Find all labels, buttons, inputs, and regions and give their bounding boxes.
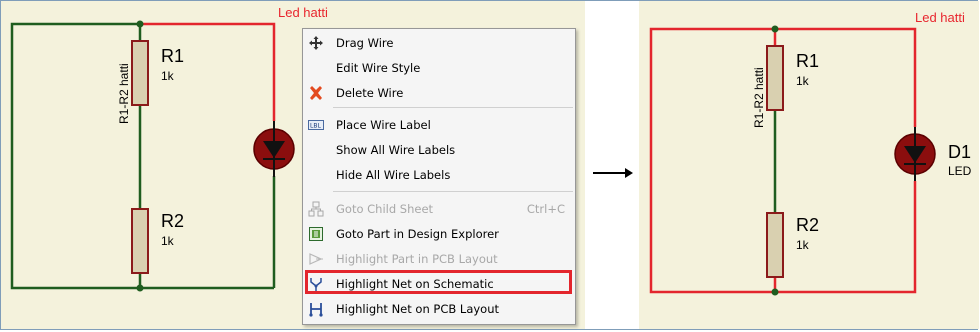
move-icon (309, 36, 323, 50)
r1-value-label: 1k (161, 69, 174, 83)
junction-dot-top (136, 20, 144, 28)
menu-item-label: Place Wire Label (336, 118, 431, 132)
menu-item-show-all-wire-labels[interactable]: Show All Wire Labels (303, 138, 575, 162)
r1-value-label: 1k (796, 74, 809, 88)
menu-item-label: Drag Wire (336, 36, 394, 50)
menu-item-delete-wire[interactable]: Delete Wire (303, 81, 575, 105)
junction-dot-bottom (136, 284, 144, 292)
label-icon: LBL (308, 120, 324, 130)
wire-label-r1-r2: R1-R2 hatti (752, 67, 766, 128)
menu-item-label: Edit Wire Style (336, 61, 421, 75)
led-symbol[interactable] (253, 121, 295, 177)
d1-ref-label: D1 (948, 142, 972, 162)
design-explorer-icon (309, 227, 323, 241)
menu-item-drag-wire[interactable]: Drag Wire (303, 31, 575, 55)
menu-item-label: Goto Part in Design Explorer (336, 227, 499, 241)
r2-value-label: 1k (161, 234, 174, 248)
r1-ref-label: R1 (796, 51, 820, 71)
menu-item-label: Delete Wire (336, 86, 404, 100)
r2-resistor[interactable] (766, 212, 784, 278)
r2-value-label: 1k (796, 238, 809, 252)
menu-item-label: Goto Child Sheet (336, 202, 434, 216)
r1-resistor[interactable] (766, 45, 784, 111)
junction-dot-bottom (771, 288, 779, 296)
context-menu: Drag Wire Edit Wire Style Delete Wire LB… (302, 28, 576, 325)
menu-item-place-wire-label[interactable]: LBL Place Wire Label (303, 113, 575, 137)
menu-item-label: Highlight Net on PCB Layout (336, 302, 499, 316)
menu-item-goto-part-design-explorer[interactable]: Goto Part in Design Explorer (303, 222, 575, 246)
delete-x-icon (310, 86, 322, 100)
menu-item-goto-child-sheet[interactable]: Goto Child Sheet Ctrl+C (303, 197, 575, 221)
net-label-led-hatti: Led hatti (278, 5, 328, 20)
r2-ref-label: R2 (161, 211, 185, 231)
wire-label-r1-r2: R1-R2 hatti (117, 63, 131, 124)
right-schematic-panel: Led hatti R1-R2 hatti R1 1k R2 1k D1 LED (639, 1, 979, 329)
arrow-right-icon (593, 168, 633, 178)
menu-separator (333, 191, 573, 192)
menu-item-hide-all-wire-labels[interactable]: Hide All Wire Labels (303, 163, 575, 187)
junction-dot-top (771, 25, 779, 33)
menu-item-highlight-part-pcb[interactable]: Highlight Part in PCB Layout (303, 247, 575, 271)
r1-resistor[interactable] (131, 40, 149, 106)
pcb-part-icon (309, 253, 323, 265)
r2-resistor[interactable] (131, 208, 149, 274)
menu-item-shortcut: Ctrl+C (526, 202, 565, 216)
highlight-box (305, 270, 572, 294)
menu-item-edit-wire-style[interactable]: Edit Wire Style (303, 56, 575, 80)
d1-value-label: LED (948, 164, 972, 178)
led-symbol[interactable] (894, 127, 936, 181)
child-sheet-icon (308, 201, 324, 217)
menu-item-label: Hide All Wire Labels (336, 168, 451, 182)
net-pcb-icon (309, 303, 323, 317)
menu-item-label: Highlight Part in PCB Layout (336, 252, 498, 266)
menu-separator (333, 107, 573, 108)
menu-item-label: Show All Wire Labels (336, 143, 456, 157)
svg-text:LBL: LBL (310, 123, 321, 130)
r2-ref-label: R2 (796, 215, 820, 235)
menu-item-highlight-net-pcb[interactable]: Highlight Net on PCB Layout (303, 297, 575, 321)
net-label-led-hatti: Led hatti (915, 10, 965, 25)
r1-ref-label: R1 (161, 46, 185, 66)
